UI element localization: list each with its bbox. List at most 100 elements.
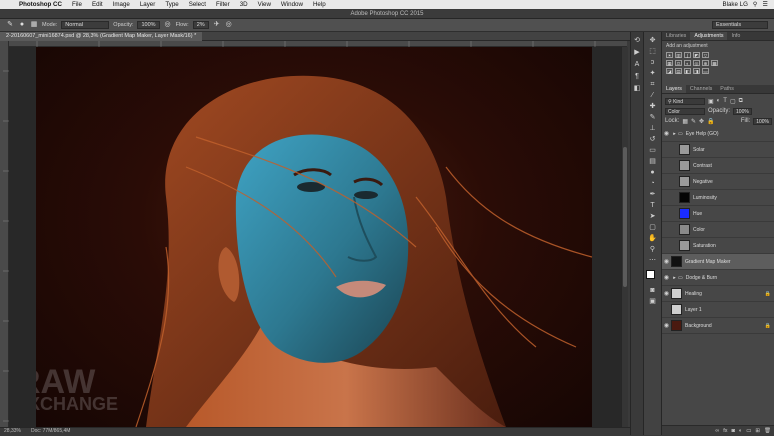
visibility-eye-icon[interactable]: ◉ — [662, 322, 671, 329]
group-toggle-icon[interactable]: ▸ — [671, 275, 678, 281]
visibility-eye-icon[interactable]: ◉ — [662, 290, 671, 297]
layer-row[interactable]: Negative — [662, 174, 774, 190]
exposure-icon[interactable]: ◩ — [693, 52, 700, 58]
new-group-icon[interactable]: ▭ — [746, 426, 751, 435]
posterize-icon[interactable]: ▤ — [675, 68, 682, 74]
tab-info[interactable]: Info — [727, 32, 744, 40]
properties-icon[interactable]: ◧ — [632, 84, 642, 93]
hue-saturation-icon[interactable]: ▦ — [666, 60, 673, 66]
type-tool-icon[interactable]: T — [648, 201, 658, 210]
eraser-tool-icon[interactable]: ▭ — [648, 146, 658, 155]
menu-list-icon[interactable]: ☰ — [762, 1, 768, 8]
layer-thumbnail[interactable] — [679, 144, 690, 155]
filter-shape-icon[interactable]: ▢ — [730, 98, 736, 105]
vertical-scrollbar[interactable] — [621, 47, 628, 427]
layer-thumbnail[interactable] — [679, 240, 690, 251]
opacity-field[interactable]: 100% — [137, 21, 160, 29]
tab-adjustments[interactable]: Adjustments — [690, 32, 728, 40]
menu-view[interactable]: View — [253, 1, 276, 8]
filter-smart-icon[interactable]: ⧉ — [739, 98, 743, 105]
layer-thumbnail[interactable] — [671, 304, 682, 315]
brush-preset-icon[interactable]: ● — [18, 21, 26, 29]
layer-filter-select[interactable]: ⚲ Kind — [665, 97, 705, 105]
layer-thumbnail[interactable] — [671, 320, 682, 331]
lock-move-icon[interactable]: ✥ — [699, 118, 704, 125]
blend-mode-select[interactable]: Color — [665, 107, 705, 115]
menu-edit[interactable]: Edit — [87, 1, 108, 8]
channel-mixer-icon[interactable]: ⊕ — [702, 60, 709, 66]
layer-thumbnail[interactable] — [671, 256, 682, 267]
group-toggle-icon[interactable]: ▸ — [671, 131, 678, 137]
tab-channels[interactable]: Channels — [686, 85, 716, 93]
color-swatches[interactable] — [645, 270, 660, 284]
character-icon[interactable]: A — [632, 60, 642, 69]
new-layer-icon[interactable]: ⊞ — [755, 426, 760, 435]
airbrush-icon[interactable]: ✈ — [213, 21, 221, 29]
color-balance-icon[interactable]: ⚖ — [675, 60, 682, 66]
marquee-tool-icon[interactable]: ⬚ — [648, 47, 658, 56]
document-tab[interactable]: 2-20160607_mini16874.psd @ 28,3% (Gradie… — [0, 32, 203, 41]
zoom-level[interactable]: 28,33% — [4, 428, 21, 435]
quick-select-tool-icon[interactable]: ✦ — [648, 69, 658, 78]
layer-style-icon[interactable]: fx — [723, 426, 727, 435]
document-image[interactable]: RAW EXCHANGE — [36, 47, 592, 427]
crop-tool-icon[interactable]: ⌗ — [648, 80, 658, 89]
brush-tool-icon[interactable]: ✎ — [6, 21, 14, 29]
gradient-tool-icon[interactable]: ▤ — [648, 157, 658, 166]
tab-paths[interactable]: Paths — [716, 85, 738, 93]
tab-libraries[interactable]: Libraries — [662, 32, 690, 40]
layer-thumbnail[interactable] — [679, 160, 690, 171]
layer-thumbnail[interactable] — [671, 288, 682, 299]
healing-tool-icon[interactable]: ✚ — [648, 102, 658, 111]
layer-row[interactable]: ◉ ▸ ▭ Eye Help (GO) — [662, 126, 774, 142]
menu-select[interactable]: Select — [184, 1, 211, 8]
zoom-tool-icon[interactable]: ⚲ — [648, 245, 658, 254]
lock-all-icon[interactable]: 🔒 — [707, 118, 714, 125]
add-mask-icon[interactable]: ◙ — [732, 426, 735, 435]
path-select-tool-icon[interactable]: ➤ — [648, 212, 658, 221]
layer-thumbnail[interactable] — [679, 192, 690, 203]
more-tools-icon[interactable]: ⋯ — [648, 256, 658, 265]
layer-opacity-field[interactable]: 100% — [733, 107, 752, 115]
move-tool-icon[interactable]: ✥ — [648, 36, 658, 45]
user-name[interactable]: Blake LG — [722, 1, 747, 8]
menu-file[interactable]: File — [67, 1, 87, 8]
layer-row[interactable]: Color — [662, 222, 774, 238]
filter-type-icon[interactable]: T — [723, 98, 727, 104]
filter-adjustment-icon[interactable]: ◐ — [717, 98, 721, 104]
pressure-opacity-icon[interactable]: ◎ — [164, 21, 172, 29]
brush-tool-icon[interactable]: ✎ — [648, 113, 658, 122]
menu-3d[interactable]: 3D — [235, 1, 253, 8]
selective-color-icon[interactable]: ◨ — [693, 68, 700, 74]
color-lookup-icon[interactable]: ▩ — [711, 60, 718, 66]
layer-row[interactable]: Contrast — [662, 158, 774, 174]
layer-row[interactable]: ◉ Gradient Map Maker — [662, 254, 774, 270]
layer-row[interactable]: Solar — [662, 142, 774, 158]
brightness-icon[interactable]: ☀ — [666, 52, 673, 58]
quick-mask-icon[interactable]: ◙ — [648, 286, 658, 295]
brush-panel-icon[interactable]: ▦ — [30, 21, 38, 29]
layer-row[interactable]: ◉ ▸ ▭ Dodge & Burn — [662, 270, 774, 286]
lasso-tool-icon[interactable]: ↄ — [648, 58, 658, 67]
actions-icon[interactable]: ▶ — [632, 48, 642, 57]
scrollbar-thumb[interactable] — [623, 147, 627, 287]
history-icon[interactable]: ⟲ — [632, 36, 642, 45]
lock-transparent-icon[interactable]: ▦ — [682, 118, 688, 125]
paragraph-icon[interactable]: ¶ — [632, 72, 642, 81]
spotlight-icon[interactable]: ⚲ — [753, 1, 758, 8]
eyedropper-tool-icon[interactable]: ⁄ — [648, 91, 658, 100]
history-brush-tool-icon[interactable]: ↺ — [648, 135, 658, 144]
menu-layer[interactable]: Layer — [135, 1, 160, 8]
dodge-tool-icon[interactable]: ◔ — [648, 179, 658, 188]
link-layers-icon[interactable]: ∞ — [715, 426, 719, 435]
menu-app-name[interactable]: Photoshop CC — [14, 1, 67, 8]
layer-thumbnail[interactable] — [679, 176, 690, 187]
layer-row[interactable]: Layer 1 — [662, 302, 774, 318]
pressure-size-icon[interactable]: ◎ — [225, 21, 233, 29]
layer-row[interactable]: ◉ Healing 🔒 — [662, 286, 774, 302]
delete-layer-icon[interactable]: 🗑 — [764, 426, 771, 435]
fill-field[interactable]: 100% — [753, 117, 772, 125]
menu-help[interactable]: Help — [308, 1, 331, 8]
invert-icon[interactable]: ◪ — [666, 68, 673, 74]
visibility-eye-icon[interactable]: ◉ — [662, 130, 671, 137]
